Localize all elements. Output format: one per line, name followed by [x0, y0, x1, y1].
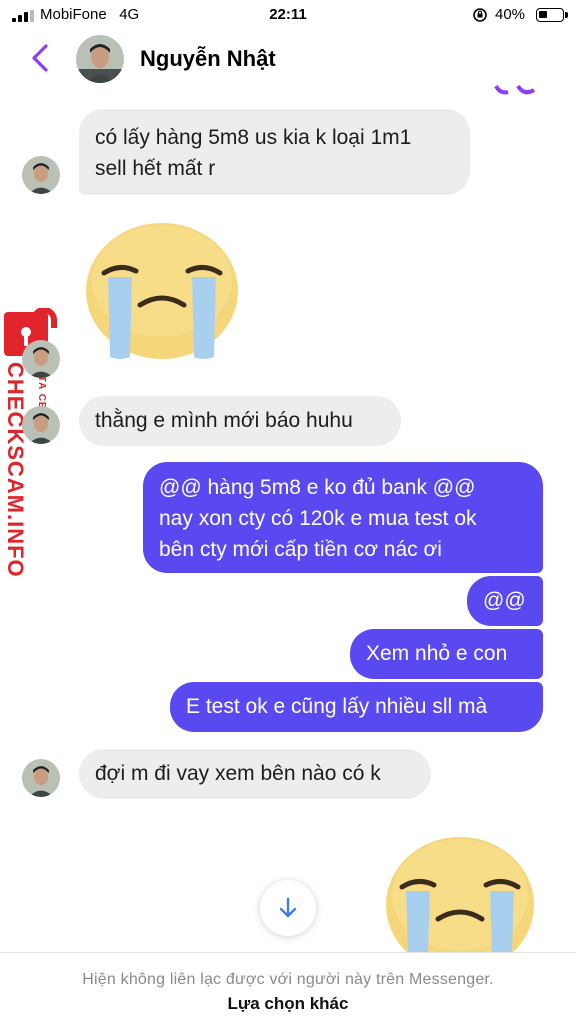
- contact-name[interactable]: Nguyễn Nhật: [140, 46, 276, 72]
- message-line: đợi m đi vay xem bên nào có k: [95, 762, 381, 785]
- status-bar: MobiFone 4G 22:11 40%: [0, 0, 576, 30]
- message-line: có lấy hàng 5m8 us kia k loại 1m1: [95, 126, 412, 149]
- unavailable-notice: Hiện không liên lạc được với người này t…: [82, 971, 494, 988]
- message-line: E test ok e cũng lấy nhiều sll mà: [186, 695, 488, 718]
- battery-icon: [536, 8, 564, 22]
- message-line: sell hết mất r: [95, 157, 216, 180]
- message-bubble-outgoing[interactable]: @@: [467, 576, 543, 626]
- watermark-text: CHECKSCAM.INFO: [3, 362, 28, 578]
- message-bubble-outgoing[interactable]: Xem nhỏ e con: [350, 629, 543, 679]
- message-bubble-incoming[interactable]: đợi m đi vay xem bên nào có k: [79, 749, 431, 799]
- conversation-header: Nguyễn Nhật: [0, 30, 576, 90]
- sender-avatar[interactable]: [22, 406, 60, 444]
- message-bubble-incoming[interactable]: thằng e mình mới báo huhu: [79, 396, 401, 446]
- message-line: @@: [483, 589, 526, 612]
- sender-avatar[interactable]: [22, 340, 60, 378]
- contact-avatar[interactable]: [76, 35, 124, 83]
- message-line: thằng e mình mới báo huhu: [95, 409, 353, 432]
- sender-avatar[interactable]: [22, 156, 60, 194]
- sender-avatar[interactable]: [22, 759, 60, 797]
- crying-face-emoji[interactable]: [384, 835, 536, 952]
- clock: 22:11: [269, 6, 307, 23]
- rotation-lock-icon: [473, 8, 487, 22]
- back-button[interactable]: [26, 42, 56, 74]
- partial-sticker-edge: [494, 84, 536, 95]
- message-bubble-outgoing[interactable]: @@ hàng 5m8 e ko đủ bank @@ nay xon cty …: [143, 462, 543, 573]
- message-line: nay xon cty có 120k e mua test ok: [159, 507, 477, 530]
- message-line: Xem nhỏ e con: [366, 642, 508, 665]
- scroll-to-bottom-button[interactable]: [260, 880, 316, 936]
- message-line: bên cty mới cấp tiền cơ nác ơi: [159, 538, 442, 561]
- crying-face-emoji[interactable]: [84, 221, 240, 361]
- other-options-button[interactable]: Lựa chọn khác: [0, 994, 576, 1014]
- arrow-down-icon: [279, 897, 297, 918]
- battery-percent: 40%: [495, 6, 526, 23]
- message-bubble-outgoing[interactable]: E test ok e cũng lấy nhiều sll mà: [170, 682, 543, 732]
- footer-bar: Hiện không liên lạc được với người này t…: [0, 952, 576, 1024]
- message-line: @@ hàng 5m8 e ko đủ bank @@: [159, 476, 476, 499]
- message-bubble-incoming[interactable]: có lấy hàng 5m8 us kia k loại 1m1 sell h…: [79, 109, 470, 195]
